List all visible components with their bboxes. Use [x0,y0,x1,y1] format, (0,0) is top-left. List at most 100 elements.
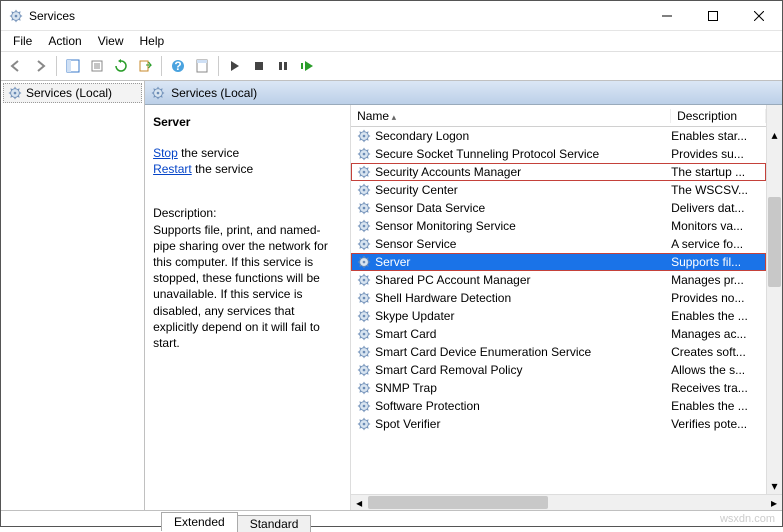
service-row[interactable]: Security CenterThe WSCSV... [351,181,766,199]
service-row[interactable]: Sensor Monitoring ServiceMonitors va... [351,217,766,235]
service-row[interactable]: SNMP TrapReceives tra... [351,379,766,397]
service-row[interactable]: Secondary LogonEnables star... [351,127,766,145]
service-name-cell: Server [351,255,671,269]
selected-service-name: Server [153,115,342,129]
service-desc-cell: Allows the s... [671,363,766,377]
service-icon [357,309,371,323]
service-desc-cell: Enables the ... [671,399,766,413]
service-name-cell: Sensor Monitoring Service [351,219,671,233]
tree-root-item[interactable]: Services (Local) [3,83,142,103]
service-desc-cell: Delivers dat... [671,201,766,215]
service-icon [357,183,371,197]
service-desc-cell: Provides su... [671,147,766,161]
service-desc-cell: Manages ac... [671,327,766,341]
minimize-button[interactable] [644,1,690,31]
restart-link[interactable]: Restart [153,162,192,176]
service-icon [357,363,371,377]
service-desc-cell: The WSCSV... [671,183,766,197]
forward-button[interactable] [29,55,51,77]
service-row[interactable]: Sensor Data ServiceDelivers dat... [351,199,766,217]
service-icon [357,237,371,251]
vertical-scrollbar[interactable]: ▴ ▾ [766,127,782,494]
service-name-cell: Security Accounts Manager [351,165,671,179]
scroll-thumb[interactable] [768,197,781,287]
view-tabs: Extended Standard [1,510,782,530]
app-icon [9,9,23,23]
list-pane: Name Description Secondary LogonEnables … [350,105,782,510]
service-desc-cell: Provides no... [671,291,766,305]
service-row[interactable]: Skype UpdaterEnables the ... [351,307,766,325]
export-button[interactable] [134,55,156,77]
service-desc-cell: A service fo... [671,237,766,251]
tab-extended[interactable]: Extended [161,512,238,531]
scroll-left-icon[interactable]: ◂ [351,495,367,510]
menu-help[interactable]: Help [134,32,171,50]
properties-sheet-button[interactable] [191,55,213,77]
hscroll-thumb[interactable] [368,496,548,509]
help-button[interactable]: ? [167,55,189,77]
maximize-button[interactable] [690,1,736,31]
service-desc-cell: Enables star... [671,129,766,143]
header-band: Services (Local) [145,81,782,105]
column-headers: Name Description [351,105,782,127]
service-icon [357,381,371,395]
service-name-cell: Smart Card Device Enumeration Service [351,345,671,359]
scroll-right-icon[interactable]: ▸ [766,495,782,510]
horizontal-scrollbar[interactable]: ◂ ▸ [351,494,782,510]
service-row[interactable]: Smart Card Removal PolicyAllows the s... [351,361,766,379]
menubar: File Action View Help [1,31,782,51]
service-row[interactable]: Software ProtectionEnables the ... [351,397,766,415]
tree-pane[interactable]: Services (Local) [1,81,145,510]
service-icon [357,201,371,215]
service-row[interactable]: Sensor ServiceA service fo... [351,235,766,253]
tab-standard[interactable]: Standard [237,515,312,532]
service-desc-cell: The startup ... [671,165,766,179]
service-icon [357,417,371,431]
service-name-cell: Sensor Data Service [351,201,671,215]
column-description[interactable]: Description [671,109,766,123]
menu-file[interactable]: File [7,32,38,50]
show-hide-tree-button[interactable] [62,55,84,77]
service-name-cell: Security Center [351,183,671,197]
menu-action[interactable]: Action [42,32,87,50]
service-row[interactable]: Shared PC Account ManagerManages pr... [351,271,766,289]
close-button[interactable] [736,1,782,31]
properties-button[interactable] [86,55,108,77]
service-row[interactable]: Security Accounts ManagerThe startup ... [351,163,766,181]
service-row[interactable]: Spot VerifierVerifies pote... [351,415,766,433]
service-row[interactable]: Smart Card Device Enumeration ServiceCre… [351,343,766,361]
service-row[interactable]: Secure Socket Tunneling Protocol Service… [351,145,766,163]
scroll-up-icon[interactable]: ▴ [767,127,782,143]
service-name-cell: Shell Hardware Detection [351,291,671,305]
service-name-cell: Smart Card Removal Policy [351,363,671,377]
back-button[interactable] [5,55,27,77]
window-title: Services [29,9,644,23]
service-desc-cell: Receives tra... [671,381,766,395]
service-desc-cell: Supports fil... [671,255,766,269]
service-name-cell: Smart Card [351,327,671,341]
start-service-button[interactable] [224,55,246,77]
service-row[interactable]: ServerSupports fil... [351,253,766,271]
refresh-button[interactable] [110,55,132,77]
service-row[interactable]: Smart CardManages ac... [351,325,766,343]
service-icon [357,219,371,233]
service-row[interactable]: Shell Hardware DetectionProvides no... [351,289,766,307]
pause-service-button[interactable] [272,55,294,77]
stop-service-button[interactable] [248,55,270,77]
stop-link[interactable]: Stop [153,146,178,160]
column-name[interactable]: Name [351,109,671,123]
service-name-cell: Secondary Logon [351,129,671,143]
service-desc-cell: Monitors va... [671,219,766,233]
service-list[interactable]: Secondary LogonEnables star...Secure Soc… [351,127,766,494]
restart-service-button[interactable] [296,55,318,77]
service-desc-cell: Enables the ... [671,309,766,323]
menu-view[interactable]: View [92,32,130,50]
service-icon [357,345,371,359]
service-icon [357,291,371,305]
service-name-cell: Secure Socket Tunneling Protocol Service [351,147,671,161]
detail-pane: Server Stop the service Restart the serv… [145,105,350,510]
stop-suffix: the service [178,146,239,160]
toolbar: ? [1,51,782,81]
scroll-down-icon[interactable]: ▾ [767,478,782,494]
service-desc-cell: Verifies pote... [671,417,766,431]
